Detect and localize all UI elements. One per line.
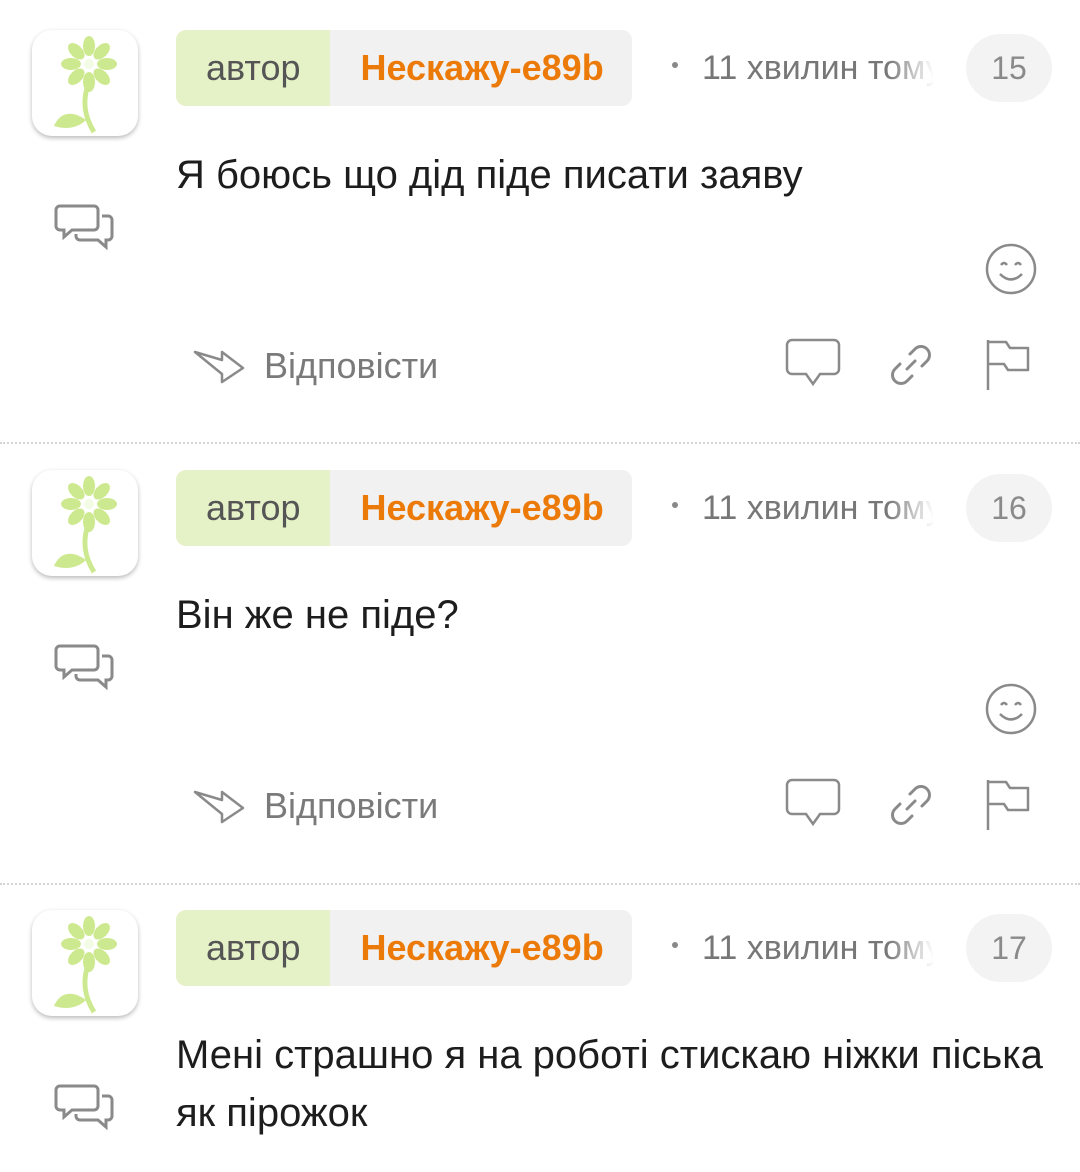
author-name[interactable]: Нескажу-e89b [330,910,632,986]
comment-item: автор Нескажу-e89b 11 хвилин тому 15 Я б… [0,30,1080,430]
user-avatar[interactable] [32,30,138,136]
comment-text: Мені страшно я на роботі стискаю ніжки п… [176,1033,1043,1135]
smiley-icon[interactable] [984,242,1038,296]
comment-time: 11 хвилин тому [702,928,934,967]
reply-arrow-icon [193,350,245,384]
author-badge[interactable]: автор Нескажу-e89b [176,30,632,106]
flower-icon [54,36,117,134]
comment-divider [0,442,1080,444]
comment-number[interactable]: 16 [966,474,1052,542]
smiley-icon[interactable] [984,682,1038,736]
user-avatar[interactable] [32,470,138,576]
chat-bubbles-icon[interactable] [54,640,116,690]
flower-icon [54,476,117,574]
reply-label: Відповісти [264,785,439,826]
comment-text: Він же не піде? [176,593,459,637]
user-avatar[interactable] [32,910,138,1016]
reply-button[interactable]: Відповісти [192,778,438,834]
flag-icon[interactable] [982,776,1032,832]
comment-bubble-icon[interactable] [784,336,842,392]
separator-dot [672,502,678,508]
comment-time: 11 хвилин тому [702,48,934,87]
separator-dot [672,62,678,68]
flower-icon [54,916,117,1014]
author-badge[interactable]: автор Нескажу-e89b [176,470,632,546]
comment-number[interactable]: 17 [966,914,1052,982]
comment-bubble-icon[interactable] [784,776,842,832]
reply-button[interactable]: Відповісти [192,338,438,394]
comment-item: автор Нескажу-e89b 11 хвилин тому 17 Мен… [0,910,1080,1172]
chat-bubbles-icon[interactable] [54,1080,116,1130]
author-role-label: автор [176,910,331,986]
comment-time: 11 хвилин тому [702,488,934,527]
author-badge[interactable]: автор Нескажу-e89b [176,910,632,986]
comment-divider [0,883,1080,885]
author-name[interactable]: Нескажу-e89b [330,30,632,106]
author-role-label: автор [176,30,331,106]
separator-dot [672,942,678,948]
comment-text: Я боюсь що дід піде писати заяву [176,153,803,197]
comment-item: автор Нескажу-e89b 11 хвилин тому 16 Він… [0,470,1080,870]
comment-number[interactable]: 15 [966,34,1052,102]
author-role-label: автор [176,470,331,546]
reply-label: Відповісти [264,345,439,386]
chat-bubbles-icon[interactable] [54,200,116,250]
reply-arrow-icon [193,790,245,824]
flag-icon[interactable] [982,336,1032,392]
link-icon[interactable] [886,340,936,390]
author-name[interactable]: Нескажу-e89b [330,470,632,546]
link-icon[interactable] [886,780,936,830]
